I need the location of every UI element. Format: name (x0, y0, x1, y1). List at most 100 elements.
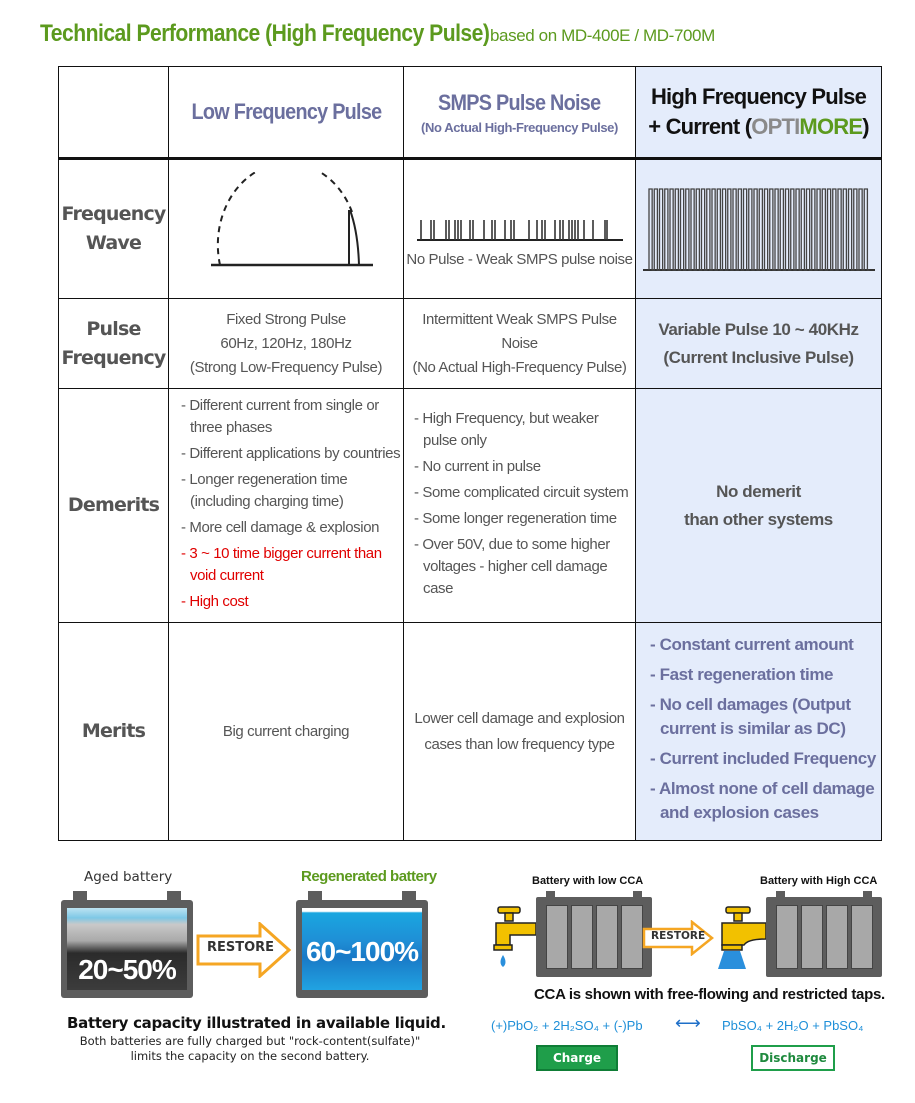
low-merits: Big current charging (168, 622, 404, 841)
brand-opti: OPTI (751, 114, 800, 139)
high-cca-battery-icon (766, 891, 882, 977)
high-merits-list: - Constant current amount - Fast regenera… (650, 633, 881, 831)
cell-line: 60Hz, 120Hz, 180Hz (220, 334, 352, 352)
cca-caption: CCA is shown with free-flowing and restr… (534, 986, 885, 1003)
header-high-title-line2: + Current (OPTIMORE) (636, 112, 881, 142)
list-item: - No cell damages (Output current is sim… (650, 694, 851, 738)
row-demerits: Demerits - Different current from single… (58, 388, 882, 623)
list-item: - No current in pulse (414, 457, 541, 475)
smps-noise-wave-icon (416, 220, 623, 241)
low-cca-battery-icon (536, 891, 652, 977)
list-item: - Some complicated circuit system (414, 483, 629, 501)
note-line: Both batteries are fully charged but "ro… (79, 1034, 421, 1048)
row-label-pulse-frequency: Pulse Frequency (58, 298, 169, 389)
regenerated-battery-icon: 60~100% (296, 891, 428, 998)
list-item: - High Frequency, but weaker pulse only (414, 409, 599, 449)
cell-line: cases than low frequency type (424, 735, 615, 753)
smps-demerits-list: - High Frequency, but weaker pulse only -… (414, 408, 635, 604)
list-item: - More cell damage & explosion (181, 518, 380, 536)
regenerated-battery-value: 60~100% (305, 936, 419, 967)
discharge-badge: Discharge (751, 1045, 835, 1071)
cca-restore-label: RESTORE (651, 930, 706, 942)
page-title: Technical Performance (High Frequency Pu… (40, 20, 715, 48)
smps-demerits: - High Frequency, but weaker pulse only -… (403, 388, 636, 623)
header-high-suffix: ) (862, 114, 869, 139)
smps-pulse-frequency: Intermittent Weak SMPS Pulse Noise (No A… (403, 298, 636, 389)
cell-line: Fixed Strong Pulse (226, 310, 346, 328)
high-frequency-pulse-wave-icon (642, 188, 875, 271)
equation-right: PbSO₄ + 2H₂O + PbSO₄ (722, 1018, 864, 1033)
low-cca-label: Battery with low CCA (532, 875, 644, 887)
title-main: Technical Performance (High Frequency Pu… (40, 20, 490, 47)
high-demerits: No demerit than other systems (635, 388, 882, 623)
header-smps-title: SMPS Pulse Noise (438, 89, 601, 115)
aged-battery-value: 20~50% (78, 954, 177, 985)
row-merits: Merits Big current charging Lower cell d… (58, 622, 882, 841)
cell-line: (Current Inclusive Pulse) (663, 347, 854, 367)
list-item: - High cost (181, 592, 249, 610)
list-item: - Longer regeneration time (including ch… (181, 470, 348, 510)
cell-line: Lower cell damage and explosion (414, 709, 625, 727)
regenerated-battery-label: Regenerated battery (301, 868, 437, 885)
title-sub: based on MD-400E / MD-700M (490, 26, 715, 45)
brand-more: MORE (799, 114, 863, 139)
low-demerits-list: - Different current from single or three… (181, 395, 403, 617)
list-item: - Current included Frequency (650, 748, 876, 768)
low-demerits: - Different current from single or three… (168, 388, 404, 623)
low-frequency-wave-diagram (168, 158, 404, 299)
high-pulse-frequency: Variable Pulse 10 ~ 40KHz (Current Inclu… (635, 298, 882, 389)
header-low-frequency: Low Frequency Pulse (168, 66, 404, 160)
header-smps-subtitle: (No Actual High-Frequency Pulse) (421, 119, 618, 135)
capacity-caption: Battery capacity illustrated in availabl… (67, 1014, 446, 1032)
cell-line: Variable Pulse 10 ~ 40KHz (658, 319, 859, 339)
restricted-tap-icon (493, 906, 537, 967)
list-item: - Fast regeneration time (650, 664, 834, 684)
row-label-merits: Merits (58, 622, 169, 841)
row-frequency-wave: Frequency Wave No Pulse - Weak SMPS puls… (58, 158, 882, 299)
list-item: - Different applications by countries (181, 444, 401, 462)
list-item: - Almost none of cell damage and explosi… (650, 778, 875, 822)
high-frequency-wave-diagram (635, 158, 882, 299)
list-item: - Constant current amount (650, 634, 854, 654)
row-label-frequency-wave: Frequency Wave (58, 158, 169, 299)
low-pulse-frequency: Fixed Strong Pulse 60Hz, 120Hz, 180Hz (S… (168, 298, 404, 389)
note-line: limits the capacity on the second batter… (130, 1049, 370, 1063)
header-high-frequency: High Frequency Pulse + Current (OPTIMORE… (635, 66, 882, 160)
smps-merits: Lower cell damage and explosion cases th… (403, 622, 636, 841)
header-smps: SMPS Pulse Noise (No Actual High-Frequen… (403, 66, 636, 160)
comparison-table: Low Frequency Pulse SMPS Pulse Noise (No… (58, 66, 882, 841)
header-empty-cell (58, 66, 169, 160)
list-item: - Some longer regeneration time (414, 509, 617, 527)
row-label-line1: Frequency (61, 203, 166, 225)
equation-left: (+)PbO₂ + 2H₂SO₄ + (-)Pb (491, 1018, 643, 1033)
equation-arrow-icon: ⟷ (675, 1013, 701, 1033)
header-low-frequency-title: Low Frequency Pulse (191, 99, 382, 124)
high-cca-label: Battery with High CCA (760, 875, 878, 887)
row-label-demerits: Demerits (58, 388, 169, 623)
list-item: - 3 ~ 10 time bigger current than void c… (181, 544, 382, 584)
charge-badge: Charge (536, 1045, 618, 1071)
pulse-train (647, 188, 869, 271)
capacity-note: Both batteries are fully charged but "ro… (60, 1034, 440, 1064)
row-label-line2: Wave (85, 232, 142, 254)
table-header-row: Low Frequency Pulse SMPS Pulse Noise (No… (58, 66, 882, 160)
cell-line: Intermittent Weak SMPS Pulse Noise (422, 310, 617, 352)
cell-line: than other systems (684, 509, 833, 529)
row-label-line2: Frequency (61, 346, 166, 369)
free-flowing-tap-icon (718, 906, 767, 969)
row-label-line1: Pulse (86, 317, 141, 340)
cell-line: No demerit (716, 481, 801, 501)
restore-label: RESTORE (207, 940, 275, 955)
smps-wave-caption: No Pulse - Weak SMPS pulse noise (406, 251, 633, 268)
header-high-prefix: + Current ( (648, 114, 752, 139)
high-merits: - Constant current amount - Fast regenera… (635, 622, 882, 841)
half-sine-wave-icon (211, 161, 373, 266)
list-item: - Over 50V, due to some higher voltages … (414, 535, 610, 597)
aged-battery-label: Aged battery (84, 869, 173, 885)
list-item: - Different current from single or three… (181, 396, 379, 436)
cell-line: (Strong Low-Frequency Pulse) (189, 358, 383, 376)
header-high-title-line1: High Frequency Pulse (650, 84, 867, 109)
row-pulse-frequency: Pulse Frequency Fixed Strong Pulse 60Hz,… (58, 298, 882, 389)
cell-line: (No Actual High-Frequency Pulse) (412, 358, 627, 376)
aged-battery-icon: 20~50% (61, 891, 193, 998)
